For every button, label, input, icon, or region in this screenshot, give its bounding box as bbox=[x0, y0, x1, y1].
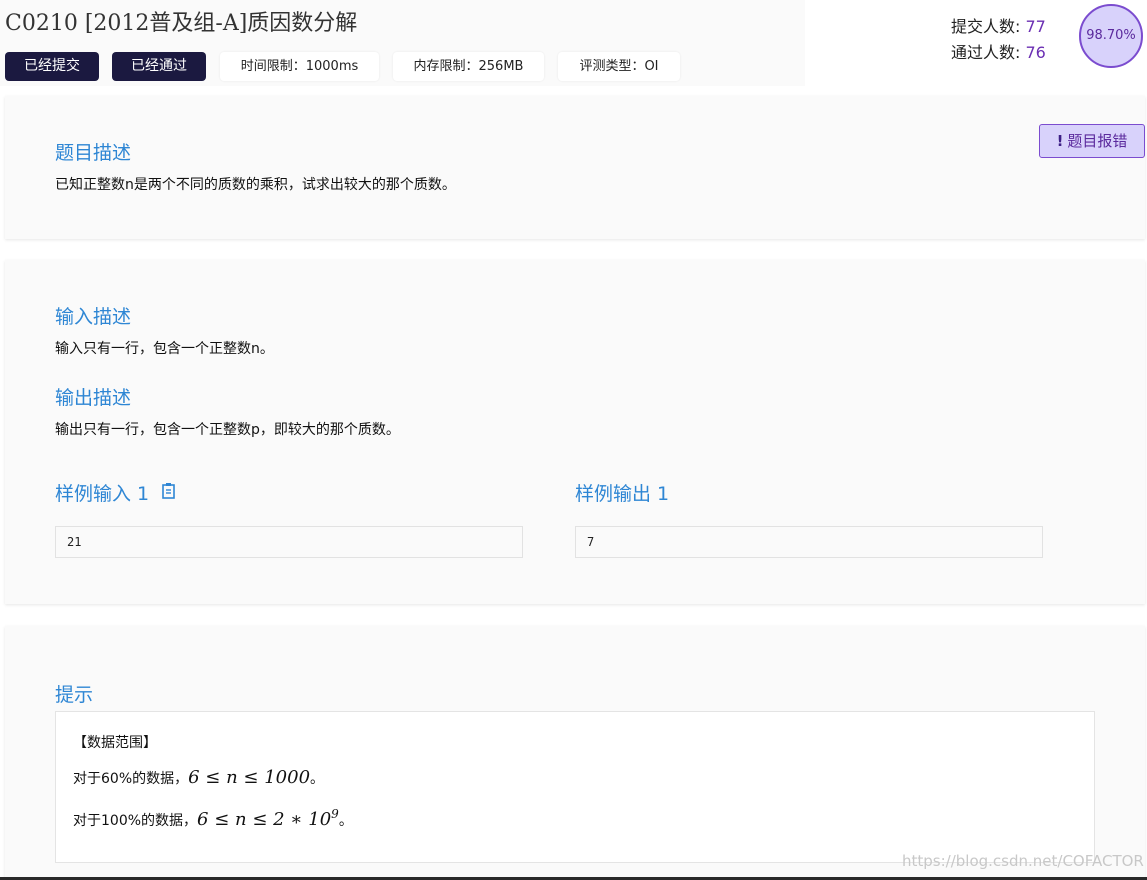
submit-count-stat: 提交人数: 77 bbox=[951, 13, 1046, 37]
memory-limit-tag: 内存限制：256MB bbox=[393, 52, 544, 81]
input-heading: 输入描述 bbox=[55, 306, 132, 328]
sample-output-box[interactable]: 7 bbox=[575, 526, 1043, 558]
range-line-100-suffix: 。 bbox=[338, 813, 353, 829]
pass-count-value: 76 bbox=[1025, 43, 1046, 62]
judge-type-tag: 评测类型：OI bbox=[558, 52, 680, 81]
range-line-60-math: 6 ≤ n ≤ 1000 bbox=[188, 767, 311, 788]
passed-button[interactable]: 已经通过 bbox=[112, 52, 206, 81]
output-heading: 输出描述 bbox=[55, 387, 132, 409]
pass-rate-badge: 98.70% bbox=[1079, 4, 1143, 68]
range-line-100-prefix: 对于100%的数据， bbox=[73, 813, 198, 829]
sample-input-box[interactable]: 21 bbox=[55, 526, 523, 558]
output-text: 输出只有一行，包含一个正整数p，即较大的那个质数。 bbox=[55, 422, 400, 438]
data-range-title: 【数据范围】 bbox=[73, 735, 157, 751]
submit-count-label: 提交人数: bbox=[951, 17, 1021, 36]
exclamation-icon: ! bbox=[1056, 132, 1064, 150]
input-text: 输入只有一行，包含一个正整数n。 bbox=[55, 341, 274, 357]
copy-icon[interactable] bbox=[161, 482, 177, 500]
watermark: https://blog.csdn.net/COFACTOR bbox=[902, 852, 1144, 870]
pass-count-stat: 通过人数: 76 bbox=[951, 39, 1046, 63]
pass-count-label: 通过人数: bbox=[951, 43, 1021, 62]
range-line-60: 对于60%的数据，6 ≤ n ≤ 1000。 bbox=[73, 767, 324, 788]
range-line-100-math: 6 ≤ n ≤ 2 ∗ 109 bbox=[197, 807, 339, 830]
report-error-label: 题目报错 bbox=[1067, 132, 1128, 150]
submitted-button[interactable]: 已经提交 bbox=[5, 52, 99, 81]
hint-box: 【数据范围】 对于60%的数据，6 ≤ n ≤ 1000。 对于100%的数据，… bbox=[55, 711, 1095, 863]
description-card: 题目描述 已知正整数n是两个不同的质数的乘积，试求出较大的那个质数。 bbox=[5, 96, 1145, 239]
range-line-100-math-base: 6 ≤ n ≤ 2 ∗ 10 bbox=[197, 809, 332, 830]
range-line-60-prefix: 对于60%的数据， bbox=[73, 771, 189, 787]
sample-output-heading: 样例输出 1 bbox=[575, 483, 670, 505]
submit-count-value: 77 bbox=[1025, 17, 1046, 36]
range-line-100: 对于100%的数据，6 ≤ n ≤ 2 ∗ 109。 bbox=[73, 807, 353, 830]
time-limit-tag: 时间限制：1000ms bbox=[220, 52, 379, 81]
description-heading: 题目描述 bbox=[55, 142, 132, 164]
description-text: 已知正整数n是两个不同的质数的乘积，试求出较大的那个质数。 bbox=[55, 177, 456, 193]
range-line-60-suffix: 。 bbox=[310, 771, 325, 787]
range-line-100-exponent: 9 bbox=[331, 807, 339, 821]
sample-input-heading: 样例输入 1 bbox=[55, 483, 150, 505]
report-error-button[interactable]: ! 题目报错 bbox=[1039, 124, 1145, 158]
problem-title: C0210 [2012普及组-A]质因数分解 bbox=[5, 11, 358, 36]
hint-heading: 提示 bbox=[55, 684, 94, 706]
